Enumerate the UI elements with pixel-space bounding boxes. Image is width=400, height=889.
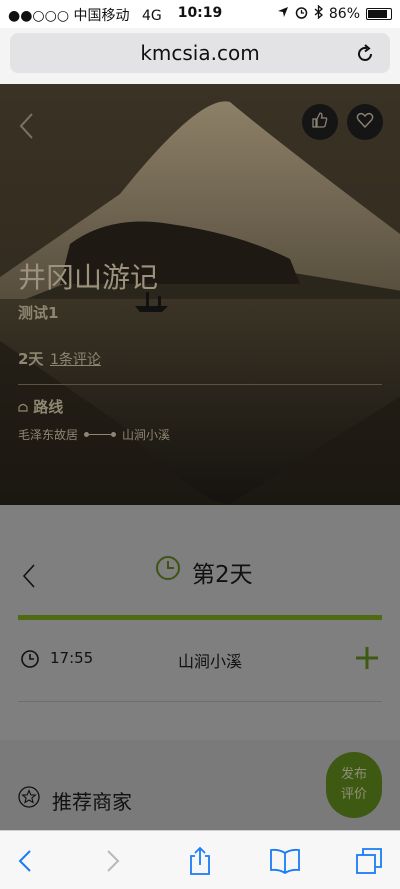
location-arrow-icon xyxy=(277,6,289,22)
itinerary-place: 山涧小溪 xyxy=(178,652,243,671)
trip-days: 2天 xyxy=(18,350,44,368)
reload-icon[interactable] xyxy=(350,33,380,73)
clock-icon xyxy=(20,649,40,673)
status-bar: ●●○○○ 中国移动 4G 10:19 86% xyxy=(0,0,400,28)
battery-icon xyxy=(366,8,392,20)
day-accent-bar xyxy=(18,615,382,620)
day-section: 第2天 17:55 山涧小溪 xyxy=(0,505,400,740)
alarm-icon xyxy=(295,6,308,23)
add-plus-icon[interactable] xyxy=(354,645,380,675)
back-icon[interactable] xyxy=(8,845,42,877)
recommend-title: 推荐商家 xyxy=(52,790,132,814)
forward-icon[interactable] xyxy=(96,845,130,877)
favorite-button[interactable] xyxy=(347,104,383,140)
fab-line1: 发布 xyxy=(340,767,367,782)
battery-percent: 86% xyxy=(328,6,360,22)
heart-icon xyxy=(356,111,374,133)
clock-icon xyxy=(155,555,181,585)
trip-title: 井冈山游记 xyxy=(18,261,159,294)
route-connector xyxy=(84,432,117,437)
route-to: 山涧小溪 xyxy=(122,428,171,442)
bookmarks-book-icon[interactable] xyxy=(268,845,302,877)
route-icon xyxy=(18,398,33,416)
row-divider xyxy=(18,701,382,702)
back-chevron-icon[interactable] xyxy=(18,112,34,144)
itinerary-row[interactable]: 17:55 山涧小溪 xyxy=(0,635,400,690)
hero-banner: 井冈山游记 测试1 2天 1条评论 路线 毛泽东故居 山涧小溪 xyxy=(0,84,400,505)
tabs-icon[interactable] xyxy=(352,845,386,877)
fab-line2: 评价 xyxy=(340,787,367,802)
status-right: 86% xyxy=(277,4,392,23)
browser-toolbar: kmcsia.com xyxy=(0,28,400,84)
thumbs-up-icon xyxy=(311,111,329,133)
comments-link[interactable]: 1条评论 xyxy=(50,349,101,369)
star-icon xyxy=(18,786,40,812)
route-path: 毛泽东故居 山涧小溪 xyxy=(18,426,170,443)
prev-day-chevron-icon[interactable] xyxy=(22,563,36,593)
day-title: 第2天 xyxy=(192,562,253,588)
bluetooth-icon xyxy=(314,4,323,23)
route-from: 毛泽东故居 xyxy=(18,428,79,442)
share-icon[interactable] xyxy=(183,845,217,877)
route-heading: 路线 xyxy=(18,396,63,417)
like-button[interactable] xyxy=(302,104,338,140)
battery-fill xyxy=(368,10,387,18)
page: ●●○○○ 中国移动 4G 10:19 86% kmcsia.com 井冈山游记… xyxy=(0,0,400,889)
safari-bottom-toolbar xyxy=(0,830,400,889)
route-heading-text: 路线 xyxy=(33,398,64,416)
url-text: kmcsia.com xyxy=(140,41,260,65)
address-bar[interactable]: kmcsia.com xyxy=(10,33,390,73)
post-review-button[interactable]: 发布 评价 xyxy=(326,752,382,818)
hero-divider xyxy=(18,384,382,385)
trip-subtitle: 测试1 xyxy=(18,304,59,322)
itinerary-time: 17:55 xyxy=(50,649,94,667)
